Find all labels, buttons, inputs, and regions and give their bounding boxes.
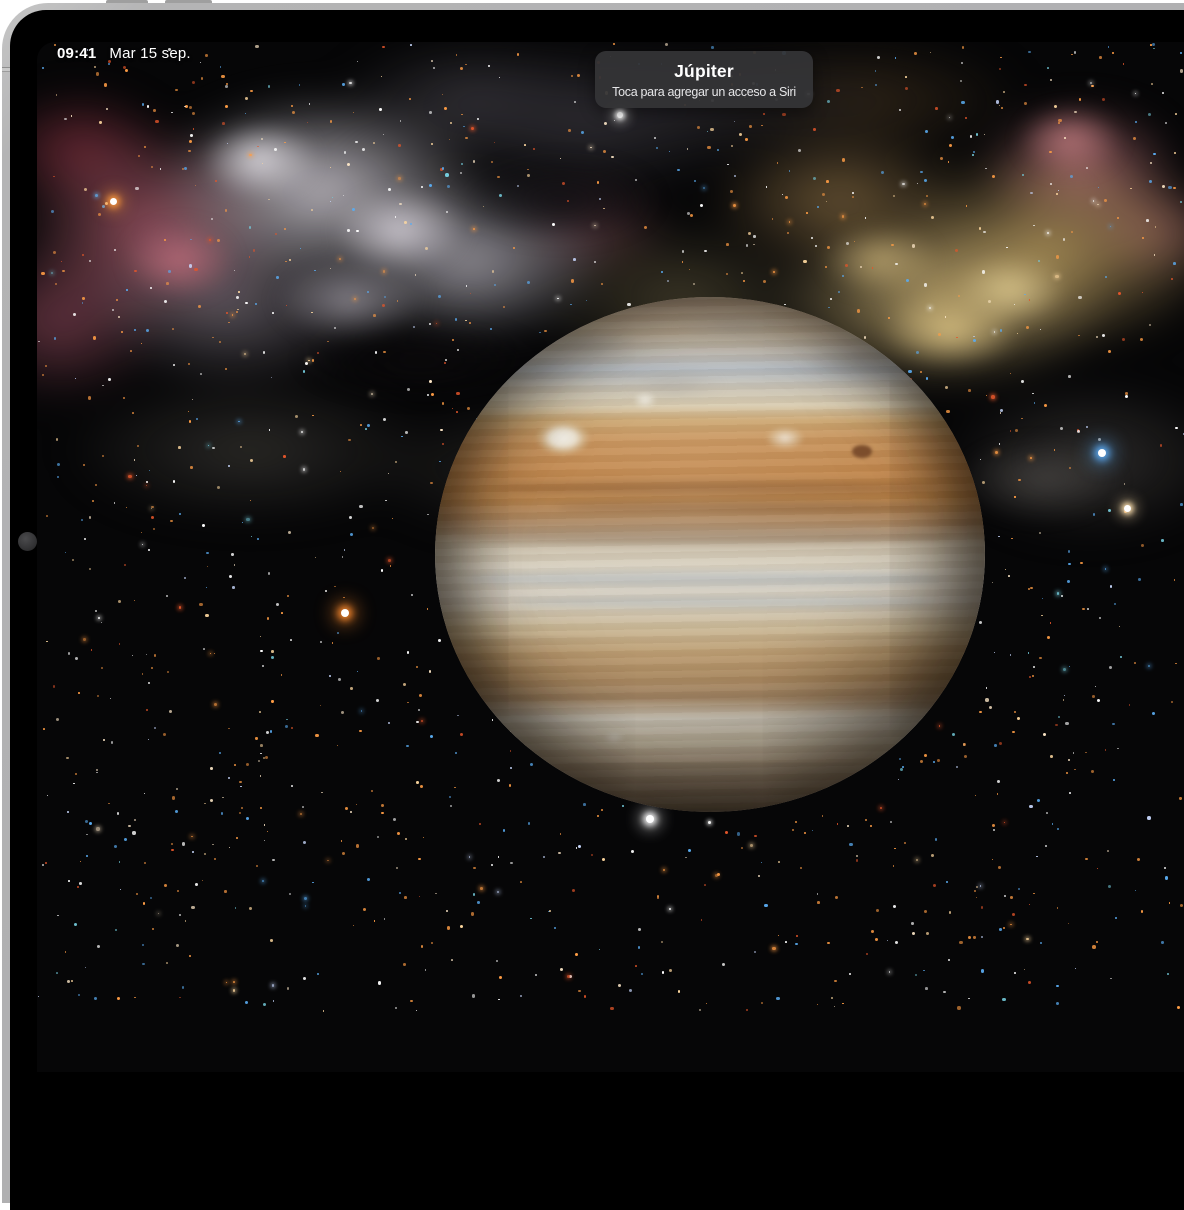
siri-suggestion-banner[interactable]: Júpiter Toca para agregar un acceso a Si…	[595, 51, 813, 108]
bright-star	[110, 198, 117, 205]
status-time: 09:41	[57, 45, 96, 62]
page-background: 09:41 Mar 15 sep. Júpiter Toca para agre…	[0, 0, 1184, 1008]
bright-star	[341, 609, 349, 617]
bright-star	[617, 112, 623, 118]
planet-jupiter[interactable]	[435, 297, 985, 812]
banner-subtitle: Toca para agregar un acceso a Siri	[612, 85, 796, 99]
bright-star	[1124, 505, 1131, 512]
bright-star	[1098, 449, 1106, 457]
bright-star	[646, 815, 654, 823]
status-date: Mar 15 sep.	[109, 45, 190, 62]
banner-title: Júpiter	[674, 61, 734, 82]
status-bar: 09:41 Mar 15 sep.	[57, 45, 191, 62]
front-camera	[18, 532, 37, 551]
screen: 09:41 Mar 15 sep. Júpiter Toca para agre…	[37, 42, 1184, 1072]
planet-limb-shading	[435, 297, 985, 812]
